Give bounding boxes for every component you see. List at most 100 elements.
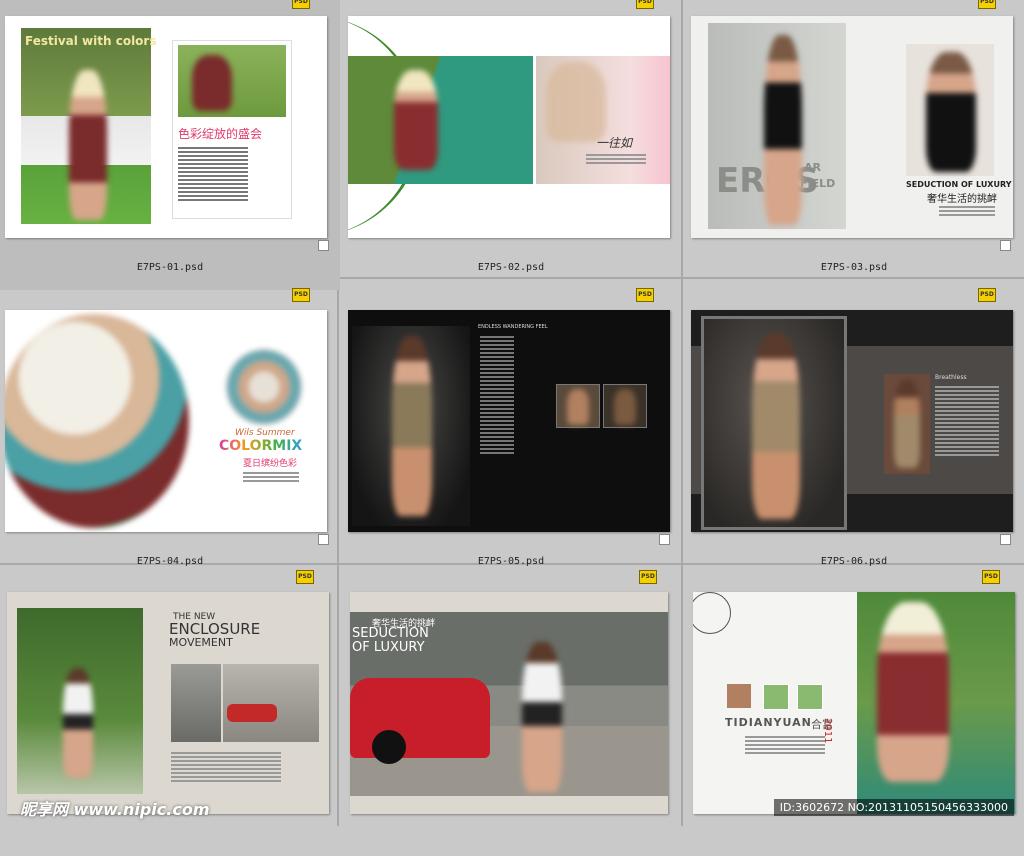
circle-photo bbox=[5, 314, 189, 528]
psd-badge-icon: PSD bbox=[636, 288, 654, 302]
subtitle-cn: 奢华生活的挑衅 bbox=[927, 194, 997, 205]
photo: Festival with colors bbox=[21, 28, 156, 224]
small-photo bbox=[797, 684, 823, 710]
page-title: COLORMIX bbox=[219, 438, 303, 454]
psd-badge-icon: PSD bbox=[296, 570, 314, 584]
psd-badge-icon: PSD bbox=[292, 0, 310, 9]
circle-photo-small bbox=[227, 350, 301, 424]
small-photo bbox=[603, 384, 647, 428]
body-text bbox=[586, 152, 646, 166]
photo bbox=[348, 56, 533, 184]
select-checkbox[interactable] bbox=[318, 534, 329, 545]
model-figure bbox=[546, 62, 606, 142]
script-title: 一往如 bbox=[596, 136, 633, 150]
thumbnail-8: 奢华生活的挑衅 SEDUCTION OF LUXURY bbox=[350, 592, 668, 814]
subtitle-en: SEDUCTION OF LUXURY bbox=[906, 180, 1012, 189]
thumbnail-5: ENDLESS WANDERING FEEL bbox=[348, 310, 670, 532]
decor-sketch bbox=[693, 592, 731, 634]
body-text bbox=[745, 734, 825, 756]
small-photo bbox=[884, 374, 930, 474]
psd-badge-icon: PSD bbox=[978, 288, 996, 302]
small-photo bbox=[763, 684, 789, 710]
headline-1: SEDUCTION bbox=[352, 626, 429, 641]
body-text bbox=[480, 334, 514, 456]
brand-title: TIDIANYUAN bbox=[725, 716, 812, 729]
psd-badge-icon: PSD bbox=[982, 570, 1000, 584]
file-tile-8[interactable]: PSD 奢华生活的挑衅 SEDUCTION OF LUXURY bbox=[341, 566, 681, 856]
file-tile-5[interactable]: PSD ENDLESS WANDERING FEEL E7PS-05.psd bbox=[341, 280, 681, 570]
photo bbox=[17, 608, 143, 794]
year-label: 2011 bbox=[822, 718, 833, 744]
thumbnail-6: Breathless bbox=[691, 310, 1013, 532]
subtitle-cn: 夏日缤纷色彩 bbox=[243, 459, 298, 469]
script-title: Wils Summer bbox=[235, 428, 295, 438]
photo bbox=[857, 592, 1015, 814]
inset-panel: 色彩绽放的盛会 bbox=[172, 40, 292, 219]
file-tile-2[interactable]: PSD 一往如 E7PS-02.psd bbox=[341, 0, 681, 290]
small-photo bbox=[727, 684, 751, 708]
thumbnail-7: THE NEW ENCLOSURE MOVEMENT bbox=[7, 592, 329, 814]
framed-photo bbox=[701, 316, 847, 530]
model-figure bbox=[894, 380, 920, 468]
grid-divider bbox=[681, 0, 683, 826]
psd-badge-icon: PSD bbox=[636, 0, 654, 9]
id-stamp: ID:3602672 NO:20131105150456333000 bbox=[773, 799, 1014, 816]
psd-badge-icon: PSD bbox=[978, 0, 996, 9]
file-tile-1[interactable]: PSD Festival with colors 色彩绽放的盛会 E7PS-01… bbox=[0, 0, 340, 290]
psd-badge-icon: PSD bbox=[292, 288, 310, 302]
file-tile-4[interactable]: PSD Wils Summer COLORMIX 夏日缤纷色彩 E7PS-04.… bbox=[0, 280, 340, 570]
model-figure bbox=[392, 336, 432, 516]
model-figure bbox=[522, 642, 562, 792]
thumbnail-3: EROS AR FIELD SEDUCTION OF LUXURY 奢华生活的挑… bbox=[691, 16, 1013, 238]
body-text bbox=[178, 145, 248, 203]
photo: EROS AR FIELD bbox=[708, 23, 846, 229]
model-figure bbox=[926, 52, 976, 172]
title-small: AR bbox=[804, 161, 821, 174]
wheel-shape bbox=[372, 730, 406, 764]
car-shape bbox=[350, 678, 490, 758]
thumbnail-9: TIDIANYUAN 合富 2011 bbox=[693, 592, 1015, 814]
small-photo bbox=[171, 664, 221, 742]
select-checkbox[interactable] bbox=[1000, 534, 1011, 545]
photo-faded: 一往如 bbox=[536, 56, 670, 184]
model-figure bbox=[752, 333, 800, 519]
model-figure bbox=[614, 389, 636, 425]
model-figure bbox=[63, 668, 93, 778]
body-text bbox=[171, 750, 281, 784]
page-title: Festival with colors bbox=[25, 34, 157, 48]
inset-photo bbox=[906, 44, 994, 176]
model-figure bbox=[69, 70, 107, 220]
thumbnail-1: Festival with colors 色彩绽放的盛会 bbox=[5, 16, 327, 238]
page-heading: 色彩绽放的盛会 bbox=[178, 127, 263, 141]
model-figure bbox=[567, 389, 589, 425]
title-small: FIELD bbox=[800, 177, 836, 190]
body-text bbox=[939, 204, 995, 218]
headline-2: OF LUXURY bbox=[352, 640, 425, 655]
photo bbox=[352, 326, 470, 526]
model-figure bbox=[192, 55, 232, 111]
file-name: E7PS-02.psd bbox=[477, 262, 545, 273]
model-figure bbox=[877, 602, 949, 782]
model-figure bbox=[764, 35, 802, 225]
select-checkbox[interactable] bbox=[659, 534, 670, 545]
model-figure bbox=[394, 70, 438, 170]
headline-3: MOVEMENT bbox=[169, 636, 233, 649]
inset-photo bbox=[178, 45, 286, 117]
small-photo bbox=[556, 384, 600, 428]
body-text bbox=[935, 384, 999, 458]
page-heading: Breathless bbox=[935, 374, 967, 381]
file-tile-6[interactable]: PSD Breathless E7PS-06.psd bbox=[684, 280, 1024, 570]
car-shape bbox=[227, 704, 277, 722]
psd-badge-icon: PSD bbox=[639, 570, 657, 584]
file-name: E7PS-01.psd bbox=[136, 262, 204, 273]
page-heading: ENDLESS WANDERING FEEL bbox=[478, 324, 548, 330]
file-tile-3[interactable]: PSD EROS AR FIELD SEDUCTION OF LUXURY 奢华… bbox=[684, 0, 1024, 290]
file-name: E7PS-03.psd bbox=[820, 262, 888, 273]
select-checkbox[interactable] bbox=[318, 240, 329, 251]
select-checkbox[interactable] bbox=[1000, 240, 1011, 251]
body-text bbox=[243, 470, 299, 484]
thumbnail-2: 一往如 bbox=[348, 16, 670, 238]
thumbnail-4: Wils Summer COLORMIX 夏日缤纷色彩 bbox=[5, 310, 327, 532]
small-photo bbox=[223, 664, 319, 742]
site-watermark: 昵享网 www.nipic.com bbox=[20, 800, 210, 819]
